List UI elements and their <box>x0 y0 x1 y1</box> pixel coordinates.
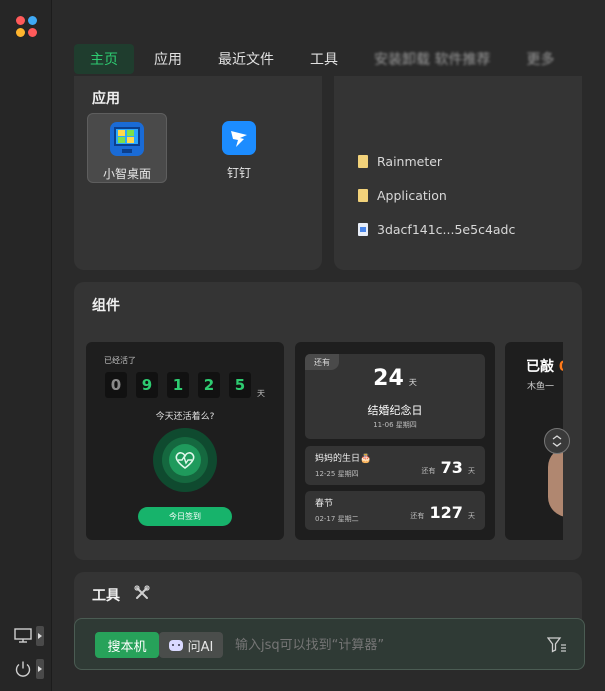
app-tile-desktop[interactable]: 小智桌面 <box>87 113 167 183</box>
event-days: 73 <box>440 458 463 477</box>
file-name: 3dacf141c...5e5c4adc <box>377 222 516 237</box>
tools-panel-title: 工具 <box>92 588 120 604</box>
event-date: 02-17 星期二 <box>315 515 359 523</box>
apps-panel-title: 应用 <box>92 91 120 107</box>
tab-recent-files[interactable]: 最近文件 <box>202 44 290 74</box>
countdown-unit: 天 <box>408 378 417 387</box>
event-date: 12-25 星期四 <box>315 470 359 478</box>
doc-file-icon <box>358 223 368 236</box>
monitor-icon <box>14 628 32 643</box>
caret-right-icon[interactable] <box>36 626 44 646</box>
recent-file-item[interactable]: Rainmeter <box>358 154 442 169</box>
wooden-fish-image <box>548 447 563 517</box>
event-name: 春节 <box>315 499 334 509</box>
event-prefix: 还有 <box>410 512 425 520</box>
wooden-fish-title: 已敲 0 <box>526 359 563 375</box>
event-card: 妈妈的生日🎂 12-25 星期四 还有 73 天 <box>305 446 485 485</box>
file-icon <box>358 189 368 202</box>
collapse-arrows-icon <box>552 435 562 447</box>
digit: 1 <box>167 372 189 398</box>
countdown-widget[interactable]: 还有 24 天 结婚纪念日 11-06 星期四 妈妈的生日🎂 12-25 星期四… <box>295 342 495 540</box>
recent-files-panel: Rainmeter Application 3dacf141c...5e5c4a… <box>334 76 582 270</box>
event-card: 春节 02-17 星期二 还有 127 天 <box>305 491 485 530</box>
collapse-toggle-button[interactable] <box>544 428 570 454</box>
tab-install-uninstall[interactable]: 安装卸载 软件推荐 <box>358 44 506 74</box>
dingtalk-icon <box>222 121 256 155</box>
alive-label: 已经活了 <box>104 356 136 365</box>
file-name: Rainmeter <box>377 154 443 169</box>
app-tile-dingtalk[interactable]: 钉钉 <box>199 113 279 183</box>
tab-tools[interactable]: 工具 <box>294 44 354 74</box>
filter-icon[interactable] <box>547 636 567 654</box>
digit: 0 <box>105 372 127 398</box>
tab-more[interactable]: 更多 <box>510 44 570 74</box>
recent-file-item[interactable]: 3dacf141c...5e5c4adc <box>358 222 515 237</box>
main-countdown-card: 还有 24 天 结婚纪念日 11-06 星期四 <box>305 354 485 439</box>
file-icon <box>358 155 368 168</box>
wooden-fish-subtitle: 木鱼一 <box>527 382 555 392</box>
digit: 5 <box>229 372 251 398</box>
heartbeat-icon <box>153 428 217 492</box>
event-days: 127 <box>429 503 463 522</box>
desktop-app-icon <box>110 122 144 156</box>
digit: 9 <box>136 372 158 398</box>
countdown-date: 11-06 星期四 <box>373 421 417 429</box>
widgets-panel: 组件 已经活了 0 9 1 2 5 天 今天还活着么? 今日签到 还有 24 天… <box>74 282 582 560</box>
tab-home[interactable]: 主页 <box>74 44 134 74</box>
checkin-button[interactable]: 今日签到 <box>138 507 232 526</box>
search-input[interactable] <box>235 632 535 658</box>
app-label: 钉钉 <box>226 166 251 180</box>
caret-right-icon[interactable] <box>36 659 44 679</box>
sidebar <box>0 0 52 691</box>
power-icon <box>15 661 31 677</box>
countdown-days: 24 <box>373 366 404 391</box>
widgets-panel-title: 组件 <box>92 298 120 314</box>
wrench-icon[interactable] <box>134 585 150 601</box>
alive-unit: 天 <box>257 389 265 398</box>
event-prefix: 还有 <box>421 467 436 475</box>
search-local-button[interactable]: 搜本机 <box>95 632 159 658</box>
main-tabs: 主页 应用 最近文件 工具 安装卸载 软件推荐 更多 <box>74 44 574 74</box>
search-bar: 搜本机 问AI <box>74 618 585 670</box>
power-button[interactable] <box>14 657 50 681</box>
event-unit: 天 <box>468 467 475 475</box>
file-name: Application <box>377 188 447 203</box>
ai-robot-icon <box>168 639 183 651</box>
ask-ai-button[interactable]: 问AI <box>159 632 223 658</box>
alive-counter-widget[interactable]: 已经活了 0 9 1 2 5 天 今天还活着么? 今日签到 <box>86 342 284 540</box>
tab-apps[interactable]: 应用 <box>138 44 198 74</box>
monitor-button[interactable] <box>14 624 50 648</box>
apps-panel: 应用 小智桌面 钉钉 <box>74 76 322 270</box>
event-unit: 天 <box>468 512 475 520</box>
countdown-title: 结婚纪念日 <box>367 404 423 417</box>
ask-ai-label: 问AI <box>187 639 214 655</box>
event-name: 妈妈的生日🎂 <box>315 454 372 464</box>
app-label: 小智桌面 <box>102 167 151 181</box>
recent-file-item[interactable]: Application <box>358 188 447 203</box>
app-logo-icon[interactable] <box>16 16 38 38</box>
alive-question: 今天还活着么? <box>155 412 215 422</box>
digit: 2 <box>198 372 220 398</box>
